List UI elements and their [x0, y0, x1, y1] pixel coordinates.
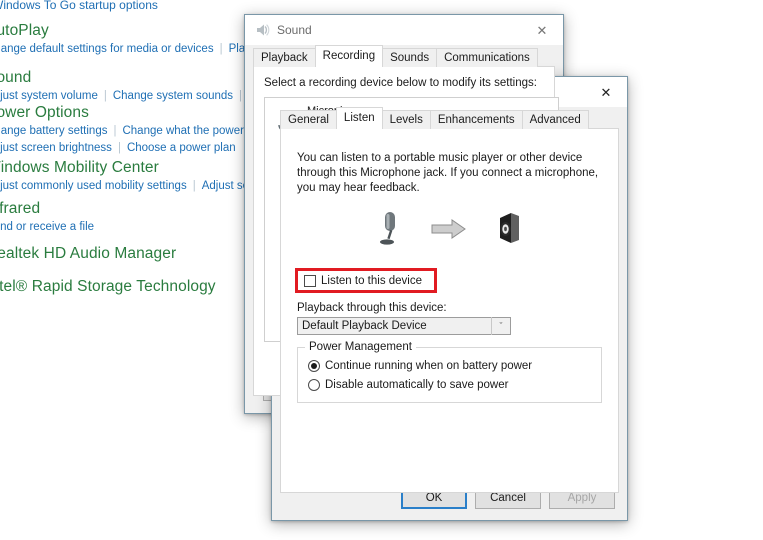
speaker-icon — [493, 210, 525, 253]
cp-group-intel-rst: Intel® Rapid Storage Technology — [0, 278, 216, 296]
chevron-down-icon[interactable]: ˇ — [491, 317, 510, 335]
listen-description: You can listen to a portable music playe… — [297, 152, 599, 194]
mic-dialog-body: You can listen to a portable music playe… — [280, 128, 619, 493]
mic-dialog-tabstrip: General Listen Levels Enhancements Advan… — [272, 107, 627, 129]
sound-dialog-titlebar[interactable]: Sound ✕ — [245, 15, 563, 45]
cp-heading-realtek[interactable]: Realtek HD Audio Manager — [0, 245, 176, 263]
cp-link[interactable]: Choose a power plan — [127, 142, 236, 154]
cp-group-realtek: Realtek HD Audio Manager — [0, 245, 176, 263]
cp-link-separator: | — [103, 90, 107, 102]
audio-flow-diagram — [281, 210, 618, 252]
listen-to-device-label[interactable]: Listen to this device — [321, 275, 422, 287]
cp-link-separator: | — [219, 43, 223, 55]
playback-device-value: Default Playback Device — [302, 320, 427, 332]
microphone-icon — [375, 210, 405, 253]
playback-through-device-label: Playback through this device: — [297, 302, 447, 314]
cp-link[interactable]: Send or receive a file — [0, 221, 94, 233]
cp-group-infrared: Infrared Send or receive a file — [0, 200, 94, 233]
cp-link[interactable]: Change battery settings — [0, 125, 107, 137]
radio-continue-running-input[interactable] — [308, 360, 320, 372]
cp-heading-intel-rst[interactable]: Intel® Rapid Storage Technology — [0, 278, 216, 296]
tab-general[interactable]: General — [280, 110, 337, 129]
cp-links-infrared: Send or receive a file — [0, 221, 94, 233]
playback-device-dropdown[interactable]: Default Playback Device ˇ — [297, 317, 511, 335]
close-icon[interactable]: ✕ — [585, 77, 627, 107]
radio-disable-automatically-label[interactable]: Disable automatically to save power — [325, 379, 508, 391]
radio-continue-running-label[interactable]: Continue running when on battery power — [325, 360, 532, 372]
sound-dialog-tabstrip: Playback Recording Sounds Communications — [245, 45, 563, 67]
tab-playback[interactable]: Playback — [253, 48, 316, 67]
cp-top-link[interactable]: Windows To Go startup options — [0, 0, 158, 12]
tab-enhancements[interactable]: Enhancements — [429, 110, 523, 129]
screen-root: Windows To Go startup options AutoPlay C… — [0, 0, 763, 540]
cp-link-separator: | — [192, 180, 196, 192]
power-management-group: Power Management Continue running when o… — [297, 341, 602, 403]
tab-advanced[interactable]: Advanced — [521, 110, 589, 129]
cp-link-separator: | — [117, 142, 121, 154]
cp-link[interactable]: Adjust system volume — [0, 90, 98, 102]
radio-disable-automatically-input[interactable] — [308, 379, 320, 391]
listen-to-device-highlight: Listen to this device — [295, 268, 438, 293]
radio-continue-running[interactable]: Continue running when on battery power — [308, 360, 591, 372]
microphone-properties-dialog: Microphone Properties ✕ General Listen L… — [271, 76, 628, 521]
tab-recording[interactable]: Recording — [314, 45, 384, 67]
cp-link[interactable]: Adjust screen brightness — [0, 142, 112, 154]
sound-dialog-title: Sound — [277, 23, 312, 37]
select-device-label: Select a recording device below to modif… — [264, 77, 537, 89]
tab-sounds[interactable]: Sounds — [382, 48, 438, 67]
cp-link[interactable]: Change system sounds — [113, 90, 233, 102]
cp-link[interactable]: Adjust commonly used mobility settings — [0, 180, 187, 192]
cp-heading-infrared[interactable]: Infrared — [0, 200, 94, 218]
listen-to-device-checkbox[interactable] — [304, 274, 316, 287]
tab-levels[interactable]: Levels — [381, 110, 431, 129]
tab-communications[interactable]: Communications — [436, 48, 538, 67]
arrow-right-icon — [431, 218, 467, 245]
close-icon[interactable]: ✕ — [521, 15, 563, 45]
power-management-legend: Power Management — [305, 341, 416, 353]
radio-disable-automatically[interactable]: Disable automatically to save power — [308, 379, 591, 391]
tab-listen[interactable]: Listen — [335, 107, 383, 129]
cp-link[interactable]: Change default settings for media or dev… — [0, 43, 214, 55]
speaker-icon — [254, 22, 270, 38]
cp-link-separator: | — [113, 125, 117, 137]
